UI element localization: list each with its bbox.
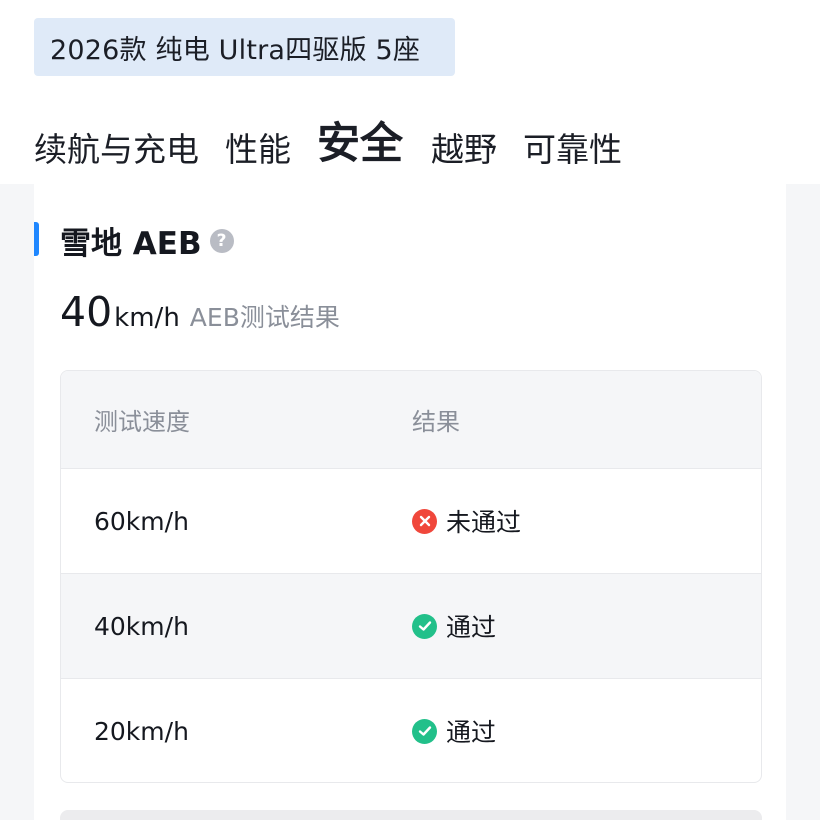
table-header-row: 测试速度 结果: [61, 371, 761, 468]
tab-safety[interactable]: 安全: [317, 116, 403, 172]
table-row: 20km/h 通过: [61, 678, 761, 782]
section-title-text: 雪地 AEB: [60, 226, 202, 262]
table-row: 40km/h 通过: [61, 573, 761, 678]
top-header: 2026款 纯电 Ultra四驱版 5座 续航与充电 性能 安全 越野 可靠性: [0, 0, 820, 184]
row-result: 未通过: [412, 503, 521, 539]
section-accent-bar: [34, 222, 39, 256]
next-section-edge: [60, 810, 762, 820]
category-tabs: 续航与充电 性能 安全 越野 可靠性: [34, 108, 648, 172]
header-speed: 测试速度: [94, 408, 190, 436]
pass-check-icon: [412, 613, 437, 639]
row-result: 通过: [412, 608, 496, 644]
row-result-text: 通过: [446, 613, 497, 642]
row-speed: 40km/h: [94, 611, 189, 641]
model-name: 2026款 纯电 Ultra四驱版 5座: [50, 34, 421, 66]
row-result: 通过: [412, 713, 496, 749]
tab-performance[interactable]: 性能: [225, 128, 291, 172]
table-row: 60km/h 未通过: [61, 468, 761, 573]
model-selector-chip[interactable]: 2026款 纯电 Ultra四驱版 5座: [34, 18, 455, 76]
tab-range-charging[interactable]: 续航与充电: [34, 128, 199, 172]
row-result-text: 通过: [446, 718, 497, 747]
tab-reliability[interactable]: 可靠性: [523, 128, 622, 172]
row-speed: 20km/h: [94, 716, 189, 746]
result-value: 40: [60, 288, 113, 336]
section-title: 雪地 AEB ?: [60, 218, 234, 263]
aeb-result-summary: 40 km/h AEB测试结果: [60, 288, 340, 336]
header-result: 结果: [412, 408, 460, 436]
question-circle-icon[interactable]: ?: [209, 228, 234, 253]
row-result-text: 未通过: [446, 508, 522, 537]
aeb-test-table: 测试速度 结果 60km/h 未通过 40km/h 通过 20km/h 通过: [60, 370, 762, 783]
pass-check-icon: [412, 718, 437, 744]
result-caption: AEB测试结果: [189, 303, 340, 332]
safety-card: 雪地 AEB ? 40 km/h AEB测试结果 测试速度 结果 60km/h …: [34, 184, 786, 820]
tab-offroad[interactable]: 越野: [431, 128, 497, 172]
fail-x-icon: [412, 508, 437, 534]
row-speed: 60km/h: [94, 506, 189, 536]
result-unit: km/h: [114, 303, 180, 333]
